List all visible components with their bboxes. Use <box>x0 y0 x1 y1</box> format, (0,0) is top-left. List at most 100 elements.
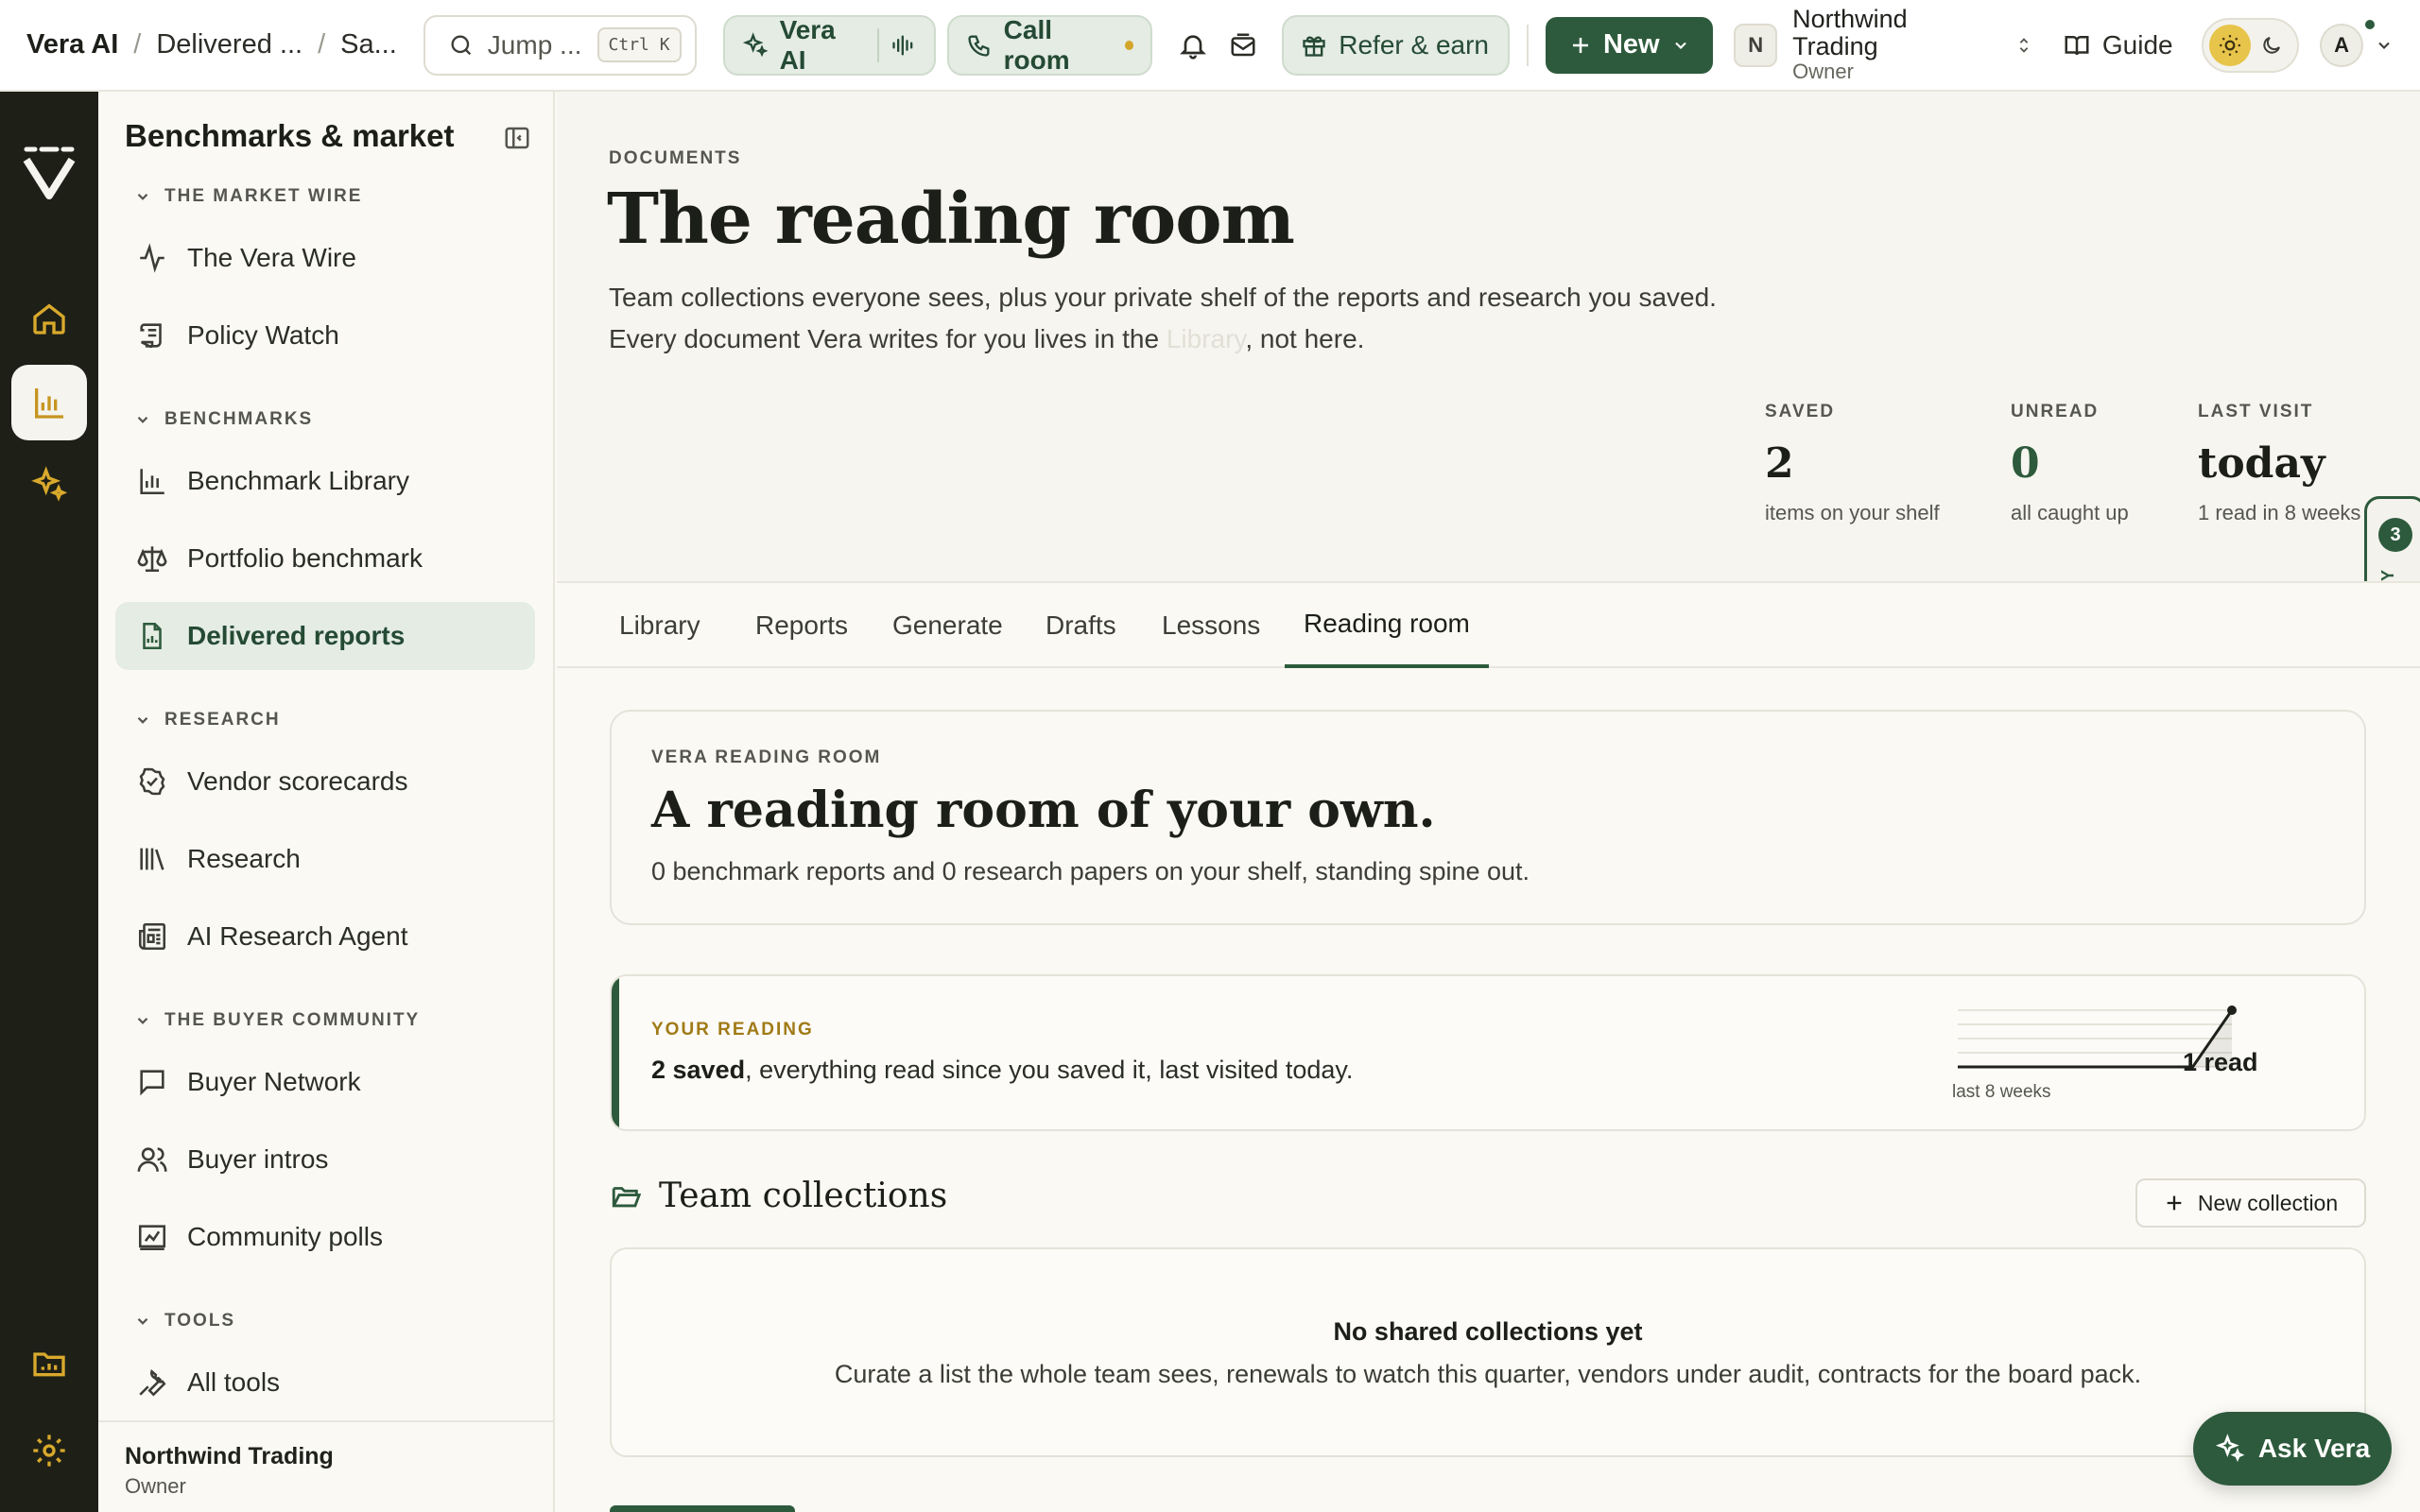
call-room-button[interactable]: Call room <box>946 14 1152 76</box>
tab-drafts[interactable]: Drafts <box>1027 583 1135 668</box>
tab-lessons[interactable]: Lessons <box>1143 583 1279 668</box>
folder-open-icon <box>610 1180 642 1212</box>
org-name: Northwind Trading <box>1792 5 1908 60</box>
new-collection-button[interactable]: New collection <box>2135 1178 2366 1228</box>
tab-library[interactable]: Library <box>600 583 719 668</box>
jump-search[interactable]: Jump ... Ctrl K <box>423 14 697 76</box>
section-benchmarks[interactable]: BENCHMARKS <box>134 409 313 430</box>
refer-earn-button[interactable]: Refer & earn <box>1282 14 1511 76</box>
rail-home[interactable] <box>11 281 87 356</box>
home-icon <box>30 300 68 337</box>
sidebar-item-label: Community polls <box>187 1222 383 1251</box>
sidebar-title: Benchmarks & market <box>125 118 455 153</box>
collections-empty-state: No shared collections yet Curate a list … <box>610 1247 2366 1457</box>
vera-logo[interactable] <box>21 145 78 201</box>
poll-icon <box>136 1221 168 1253</box>
users-icon <box>136 1143 168 1176</box>
section-label: BENCHMARKS <box>164 409 314 429</box>
sidebar-item-ai-research-agent[interactable]: AI Research Agent <box>115 902 535 971</box>
team-collections-header: Team collections <box>610 1177 947 1215</box>
chevron-down-icon <box>137 1317 148 1325</box>
page-eyebrow: DOCUMENTS <box>609 148 742 168</box>
ask-vera-button[interactable]: Ask Vera <box>2193 1412 2392 1486</box>
search-icon <box>448 32 475 59</box>
rail-vera-ai[interactable] <box>11 447 87 523</box>
main-content: DOCUMENTS The reading room Team collecti… <box>557 92 2420 1512</box>
tab-generate[interactable]: Generate <box>873 583 1022 668</box>
ask-vera-label: Ask Vera <box>2257 1434 2371 1463</box>
chevron-down-icon <box>137 193 148 200</box>
chevron-down-icon <box>137 416 148 423</box>
tab-reading-room[interactable]: Reading room <box>1285 583 1489 668</box>
message-square-icon <box>136 1066 168 1098</box>
inbox-icon[interactable] <box>1219 20 1270 71</box>
sidebar-item-label: Vendor scorecards <box>187 766 408 796</box>
audio-wave-icon[interactable] <box>890 32 917 59</box>
rail-settings[interactable] <box>11 1413 87 1488</box>
empty-title: No shared collections yet <box>1333 1317 1643 1346</box>
chevron-down-icon[interactable] <box>2375 36 2394 55</box>
breadcrumb-item-1[interactable]: Vera AI <box>26 29 118 60</box>
bar-chart-icon <box>136 465 168 497</box>
stat-value: 2 <box>1765 439 1794 488</box>
sidebar-item-benchmark-library[interactable]: Benchmark Library <box>115 447 535 515</box>
user-avatar[interactable]: A <box>2320 19 2375 67</box>
new-label: New <box>1602 29 1660 60</box>
sidebar-item-portfolio-benchmark[interactable]: Portfolio benchmark <box>115 524 535 593</box>
sidebar-item-all-tools[interactable]: All tools <box>115 1349 535 1417</box>
next-section-peek <box>610 1505 795 1512</box>
sidebar-footer-org[interactable]: Northwind Trading Owner <box>98 1420 553 1512</box>
gift-icon <box>1301 32 1327 59</box>
bell-icon[interactable] <box>1167 20 1219 71</box>
chevron-down-icon <box>137 716 148 724</box>
tab-reports[interactable]: Reports <box>736 583 867 668</box>
intro-text: Team collections everyone sees, plus you… <box>609 283 1717 353</box>
library-icon <box>136 843 168 875</box>
guide-button[interactable]: Guide <box>2063 30 2173 60</box>
sidebar-item-research[interactable]: Research <box>115 825 535 893</box>
section-market-wire[interactable]: THE MARKET WIRE <box>134 186 362 207</box>
badge-check-icon <box>136 765 168 798</box>
pill-divider <box>876 27 879 62</box>
collapse-sidebar-icon[interactable] <box>503 124 531 152</box>
section-label: RESEARCH <box>164 710 281 730</box>
section-label: THE BUYER COMMUNITY <box>164 1010 421 1030</box>
library-link[interactable]: Library <box>1167 324 1246 353</box>
new-collection-label: New collection <box>2197 1190 2339 1215</box>
sidebar-item-buyer-intros[interactable]: Buyer intros <box>115 1125 535 1194</box>
sidebar-item-buyer-network[interactable]: Buyer Network <box>115 1048 535 1116</box>
org-role: Owner <box>1792 59 1854 83</box>
breadcrumb-item-3[interactable]: Sa... <box>340 29 397 60</box>
folder-chart-icon <box>30 1345 68 1383</box>
user-initial: A <box>2334 32 2350 57</box>
card-subtitle: 0 benchmark reports and 0 research paper… <box>651 857 1530 885</box>
section-research[interactable]: RESEARCH <box>134 710 281 730</box>
newspaper-icon <box>136 920 168 953</box>
accent-bar <box>612 976 619 1129</box>
team-collections-title: Team collections <box>659 1177 948 1215</box>
new-button[interactable]: New <box>1546 16 1714 74</box>
rail-benchmarks[interactable] <box>11 365 87 440</box>
stat-sub: 1 read in 8 weeks <box>2198 501 2361 524</box>
online-dot <box>2364 19 2375 29</box>
sidebar-item-delivered-reports[interactable]: Delivered reports <box>115 602 535 670</box>
gear-icon <box>30 1432 68 1469</box>
plus-icon <box>2164 1193 2185 1213</box>
moon-icon[interactable] <box>2260 34 2283 57</box>
sidebar-item-vendor-scorecards[interactable]: Vendor scorecards <box>115 747 535 816</box>
sidebar-item-policy-watch[interactable]: Policy Watch <box>115 301 535 369</box>
search-placeholder: Jump ... <box>487 29 582 60</box>
chevrons-up-down-icon <box>2014 32 2034 59</box>
rail-folder[interactable] <box>11 1326 87 1401</box>
sidebar-item-vera-wire[interactable]: The Vera Wire <box>115 224 535 292</box>
breadcrumb-item-2[interactable]: Delivered ... <box>156 29 302 60</box>
section-buyer-community[interactable]: THE BUYER COMMUNITY <box>134 1010 420 1031</box>
sun-icon[interactable] <box>2208 24 2251 66</box>
vera-ai-button[interactable]: Vera AI <box>722 14 936 76</box>
sparkline-caption: last 8 weeks <box>1952 1082 2051 1102</box>
theme-toggle[interactable] <box>2201 17 2300 73</box>
section-tools[interactable]: TOOLS <box>134 1311 235 1332</box>
your-reading-text: 2 saved, everything read since you saved… <box>651 1056 1353 1085</box>
org-switcher[interactable]: N Northwind Trading Owner <box>1734 6 2034 84</box>
sidebar-item-community-polls[interactable]: Community polls <box>115 1203 535 1271</box>
